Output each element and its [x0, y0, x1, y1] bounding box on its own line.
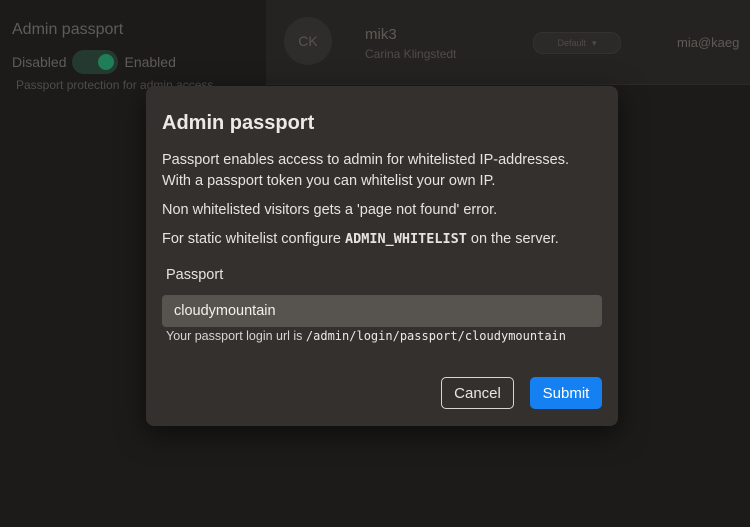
- passport-field-label: Passport: [166, 267, 224, 283]
- toggle-enabled-label: Enabled: [124, 54, 176, 70]
- hint-prefix: Your passport login url is: [166, 329, 306, 343]
- passport-input[interactable]: [162, 295, 602, 327]
- user-username: mik3: [365, 26, 397, 43]
- cancel-button[interactable]: Cancel: [441, 377, 514, 409]
- passport-login-url-hint: Your passport login url is /admin/login/…: [166, 329, 566, 343]
- dialog-title: Admin passport: [162, 112, 315, 134]
- dialog-paragraph-visitors: Non whitelisted visitors gets a 'page no…: [162, 202, 498, 218]
- dialog-paragraph-intro: Passport enables access to admin for whi…: [162, 150, 569, 192]
- avatar: CK: [284, 17, 332, 65]
- submit-button[interactable]: Submit: [530, 377, 602, 409]
- whitelist-prefix: For static whitelist configure: [162, 231, 345, 247]
- admin-passport-heading: Admin passport: [12, 21, 124, 38]
- whitelist-suffix: on the server.: [466, 231, 559, 247]
- passport-toggle-row: Disabled Enabled: [12, 50, 176, 74]
- toggle-disabled-label: Disabled: [12, 54, 67, 70]
- chevron-down-icon: ▾: [592, 37, 597, 48]
- hint-login-url: /admin/login/passport/cloudymountain: [305, 329, 566, 343]
- role-select-value: Default: [557, 38, 586, 48]
- role-select[interactable]: Default ▾: [533, 32, 621, 54]
- whitelist-env-var: ADMIN_WHITELIST: [344, 231, 467, 247]
- dialog-paragraph-whitelist: For static whitelist configure ADMIN_WHI…: [162, 229, 559, 250]
- user-email: mia@kaeg: [677, 35, 740, 50]
- intro-line-2: With a passport token you can whitelist …: [162, 173, 496, 189]
- admin-passport-dialog: Admin passport Passport enables access t…: [146, 86, 618, 426]
- admin-passport-section: Admin passport Disabled Enabled Passport…: [0, 0, 265, 100]
- intro-line-1: Passport enables access to admin for whi…: [162, 152, 570, 168]
- toggle-knob: [98, 54, 115, 70]
- passport-toggle-switch[interactable]: [72, 50, 119, 74]
- user-card: CK mik3 Carina Klingstedt Default ▾ mia@…: [266, 0, 750, 85]
- user-full-name: Carina Klingstedt: [365, 47, 457, 61]
